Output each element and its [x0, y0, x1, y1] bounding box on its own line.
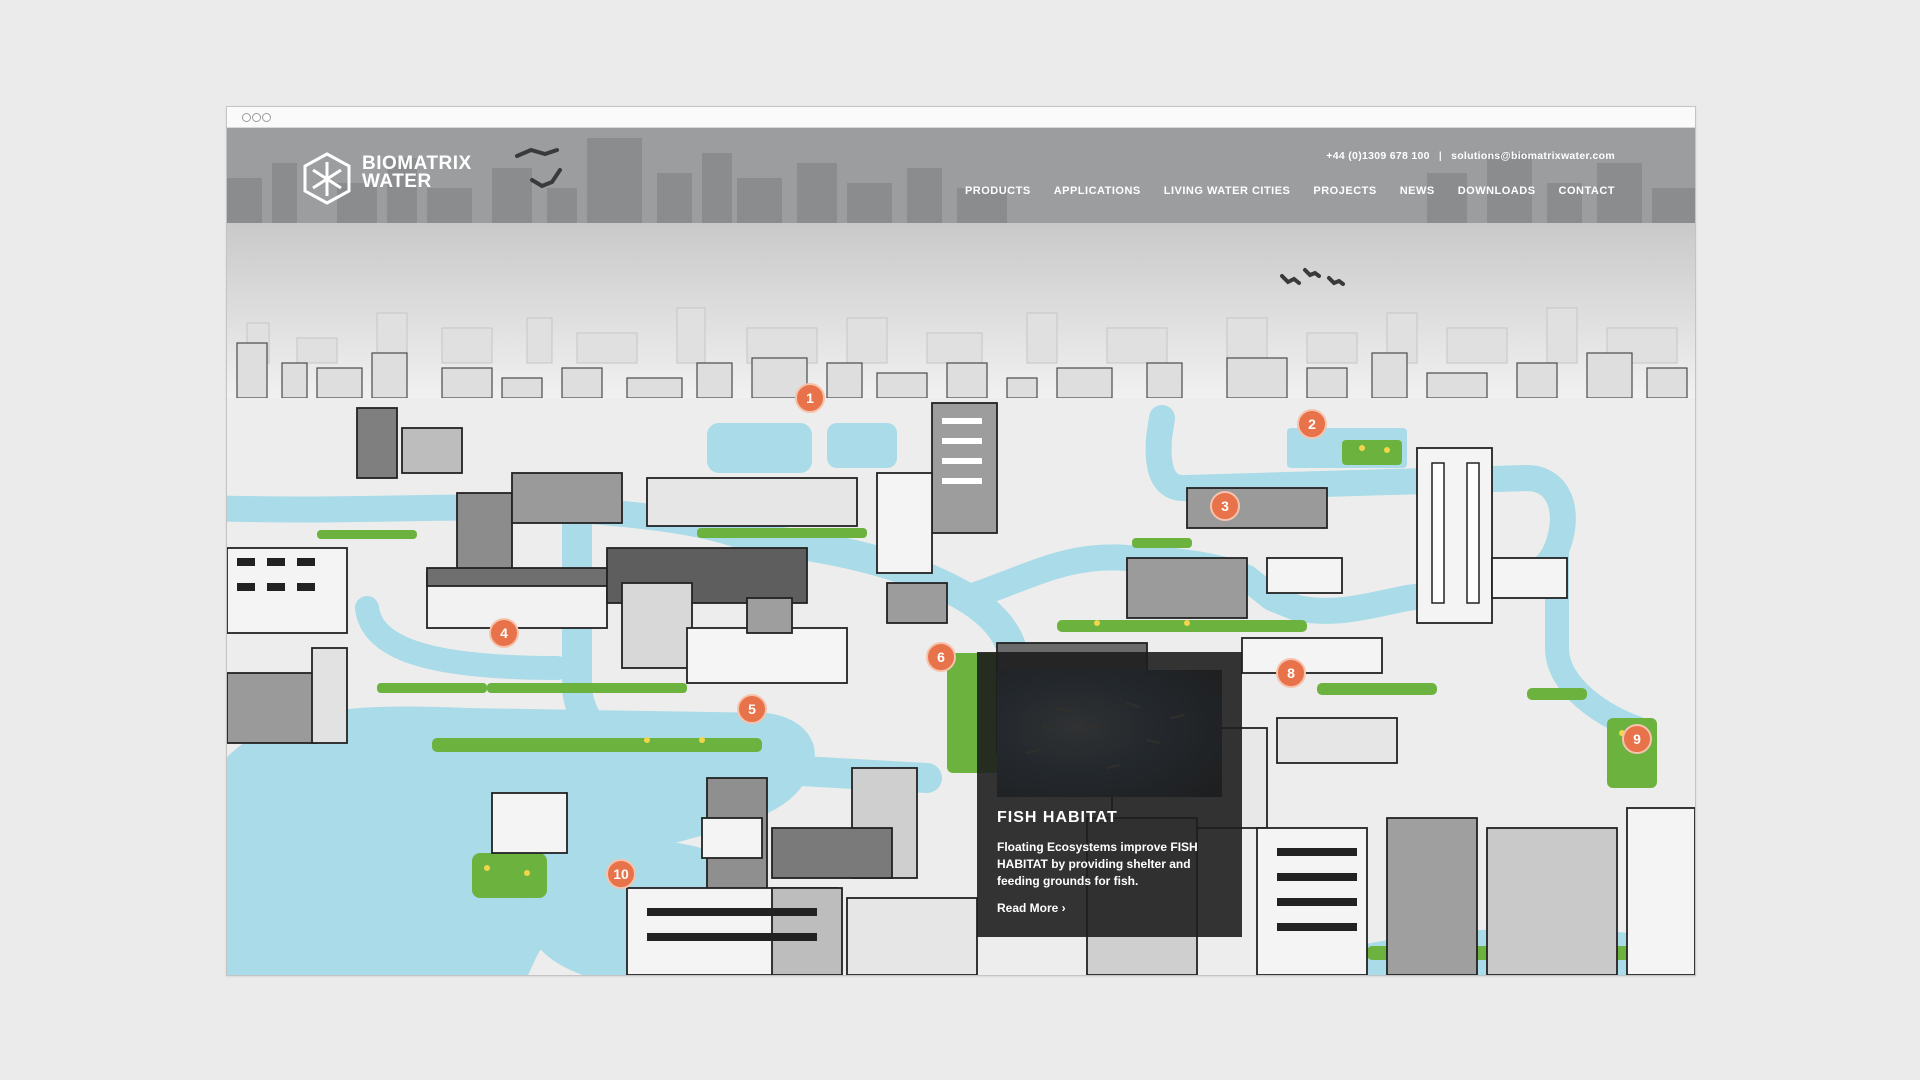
city-map-illustration — [227, 128, 1695, 975]
contact-separator: | — [1438, 150, 1443, 162]
email-link[interactable]: solutions@biomatrixwater.com — [1451, 150, 1615, 162]
map-marker-2[interactable]: 2 — [1297, 409, 1327, 439]
brand-line2: WATER — [362, 171, 432, 192]
window-minimize-icon[interactable] — [252, 113, 261, 122]
popup-description: Floating Ecosystems improve FISH HABITAT… — [997, 840, 1198, 888]
window-close-icon[interactable] — [242, 113, 251, 122]
nav-products[interactable]: PRODUCTS — [965, 185, 1031, 197]
site-header: BIOMATRIX WATER +44 (0)1309 678 100 | solu… — [227, 128, 1695, 223]
map-marker-6[interactable]: 6 — [926, 642, 956, 672]
map-marker-3[interactable]: 3 — [1210, 491, 1240, 521]
map-marker-9[interactable]: 9 — [1622, 724, 1652, 754]
map-marker-5[interactable]: 5 — [737, 694, 767, 724]
browser-chrome — [227, 107, 1695, 128]
phone-number[interactable]: +44 (0)1309 678 100 — [1326, 150, 1430, 162]
map-marker-4[interactable]: 4 — [489, 618, 519, 648]
nav-contact[interactable]: CONTACT — [1559, 185, 1615, 197]
map-marker-1[interactable]: 1 — [795, 383, 825, 413]
fish-habitat-popup: FISH HABITAT Floating Ecosystems improve… — [977, 652, 1242, 937]
popup-title: FISH HABITAT — [997, 809, 1118, 826]
contact-info: +44 (0)1309 678 100 | solutions@biomatrixw… — [1326, 150, 1615, 162]
browser-window: BIOMATRIX WATER +44 (0)1309 678 100 | solu… — [226, 106, 1696, 976]
nav-applications[interactable]: APPLICATIONS — [1054, 185, 1141, 197]
nav-projects[interactable]: PROJECTS — [1313, 185, 1376, 197]
nav-downloads[interactable]: DOWNLOADS — [1458, 185, 1536, 197]
brand-logo[interactable]: BIOMATRIX WATER — [362, 154, 472, 192]
map-marker-8[interactable]: 8 — [1276, 658, 1306, 688]
window-maximize-icon[interactable] — [262, 113, 271, 122]
page-viewport: BIOMATRIX WATER +44 (0)1309 678 100 | solu… — [227, 128, 1695, 975]
main-navigation: PRODUCTS APPLICATIONS LIVING WATER CITIE… — [965, 185, 1615, 197]
fish-habitat-photo — [997, 670, 1222, 797]
nav-news[interactable]: NEWS — [1400, 185, 1435, 197]
nav-living-water-cities[interactable]: LIVING WATER CITIES — [1164, 185, 1291, 197]
map-marker-10[interactable]: 10 — [606, 859, 636, 889]
read-more-link[interactable]: Read More › — [997, 901, 1066, 915]
